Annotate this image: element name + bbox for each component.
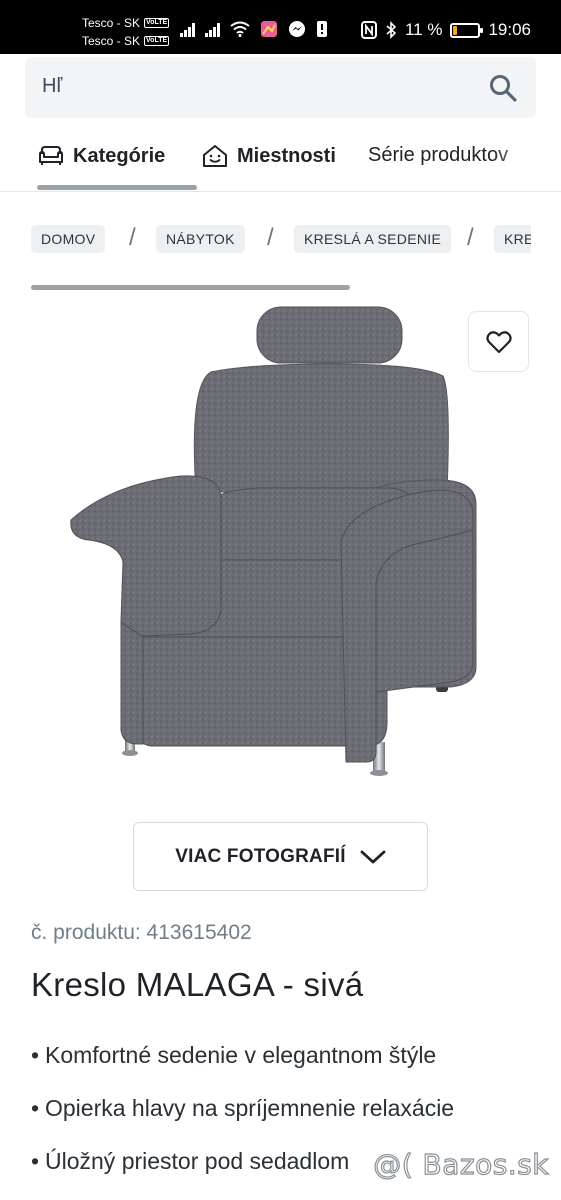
tab-rooms-label: Miestnosti — [237, 144, 336, 167]
breadcrumb-separator: / — [267, 224, 274, 251]
tab-product-series[interactable]: Série produktov — [368, 144, 508, 167]
heart-icon — [486, 331, 512, 354]
search-input[interactable] — [42, 75, 442, 98]
carrier-2-label: Tesco - SK — [82, 34, 141, 48]
breadcrumb-scrollbar[interactable] — [31, 285, 350, 290]
search-icon[interactable] — [488, 73, 518, 103]
battery-icon — [450, 22, 484, 38]
tab-categories-label: Kategórie — [73, 144, 166, 167]
breadcrumb: DOMOV / NÁBYTOK / KRESLÁ A SEDENIE / KRE — [31, 224, 531, 254]
bluetooth-icon — [386, 21, 397, 39]
favorite-button[interactable] — [468, 311, 529, 372]
feature-item: Komfortné sedenie v elegantnom štýle — [31, 1036, 541, 1075]
status-icons — [180, 20, 328, 38]
category-tabs: Kategórie Miestnosti Série produktov — [0, 128, 561, 192]
carrier-2: Tesco - SK VoLTE — [82, 34, 170, 48]
status-bar: Tesco - SK VoLTE Tesco - SK VoLTE 11 % 1… — [0, 0, 561, 54]
battery-percent: 11 % — [404, 20, 443, 39]
more-photos-button[interactable]: VIAC FOTOGRAFIÍ — [133, 822, 428, 891]
breadcrumb-home[interactable]: DOMOV — [31, 225, 106, 253]
tabs-fade — [491, 128, 561, 188]
sofa-icon — [39, 146, 63, 165]
active-tab-indicator — [37, 185, 197, 190]
feature-item: Opierka hlavy na spríjemnenie relaxácie — [31, 1089, 541, 1128]
nfc-icon — [360, 21, 377, 39]
room-icon — [203, 145, 227, 167]
product-title: Kreslo MALAGA - sivá — [31, 966, 364, 1003]
volte-badge: VoLTE — [144, 36, 170, 46]
signal-icon — [180, 21, 195, 37]
search-bar[interactable] — [25, 57, 536, 118]
breadcrumb-current[interactable]: KRE — [494, 225, 531, 253]
product-image[interactable] — [31, 292, 531, 797]
clock: 19:06 — [488, 20, 531, 39]
tab-product-series-label: Série produktov — [368, 144, 509, 166]
tab-rooms[interactable]: Miestnosti — [201, 144, 336, 168]
more-photos-label: VIAC FOTOGRAFIÍ — [175, 845, 346, 867]
signal-icon — [205, 21, 220, 37]
alert-icon — [317, 21, 327, 37]
tab-categories[interactable]: Kategórie — [37, 144, 165, 168]
volte-badge: VoLTE — [144, 18, 170, 28]
carrier-1-label: Tesco - SK — [82, 16, 141, 30]
breadcrumb-armchairs[interactable]: KRESLÁ A SEDENIE — [294, 225, 452, 253]
product-number: č. produktu: 413615402 — [31, 921, 252, 944]
messenger-icon — [289, 21, 305, 37]
wifi-icon — [230, 21, 250, 37]
status-right: 11 % 19:06 — [360, 20, 531, 40]
watermark: @( Bazos.sk — [373, 1147, 550, 1181]
breadcrumb-separator: / — [129, 224, 136, 251]
carrier-1: Tesco - SK VoLTE — [82, 16, 170, 30]
gallery-app-icon — [261, 21, 277, 37]
armchair-image — [70, 306, 477, 776]
breadcrumb-separator: / — [467, 224, 474, 251]
chevron-down-icon — [360, 850, 386, 863]
breadcrumb-furniture[interactable]: NÁBYTOK — [156, 225, 245, 253]
